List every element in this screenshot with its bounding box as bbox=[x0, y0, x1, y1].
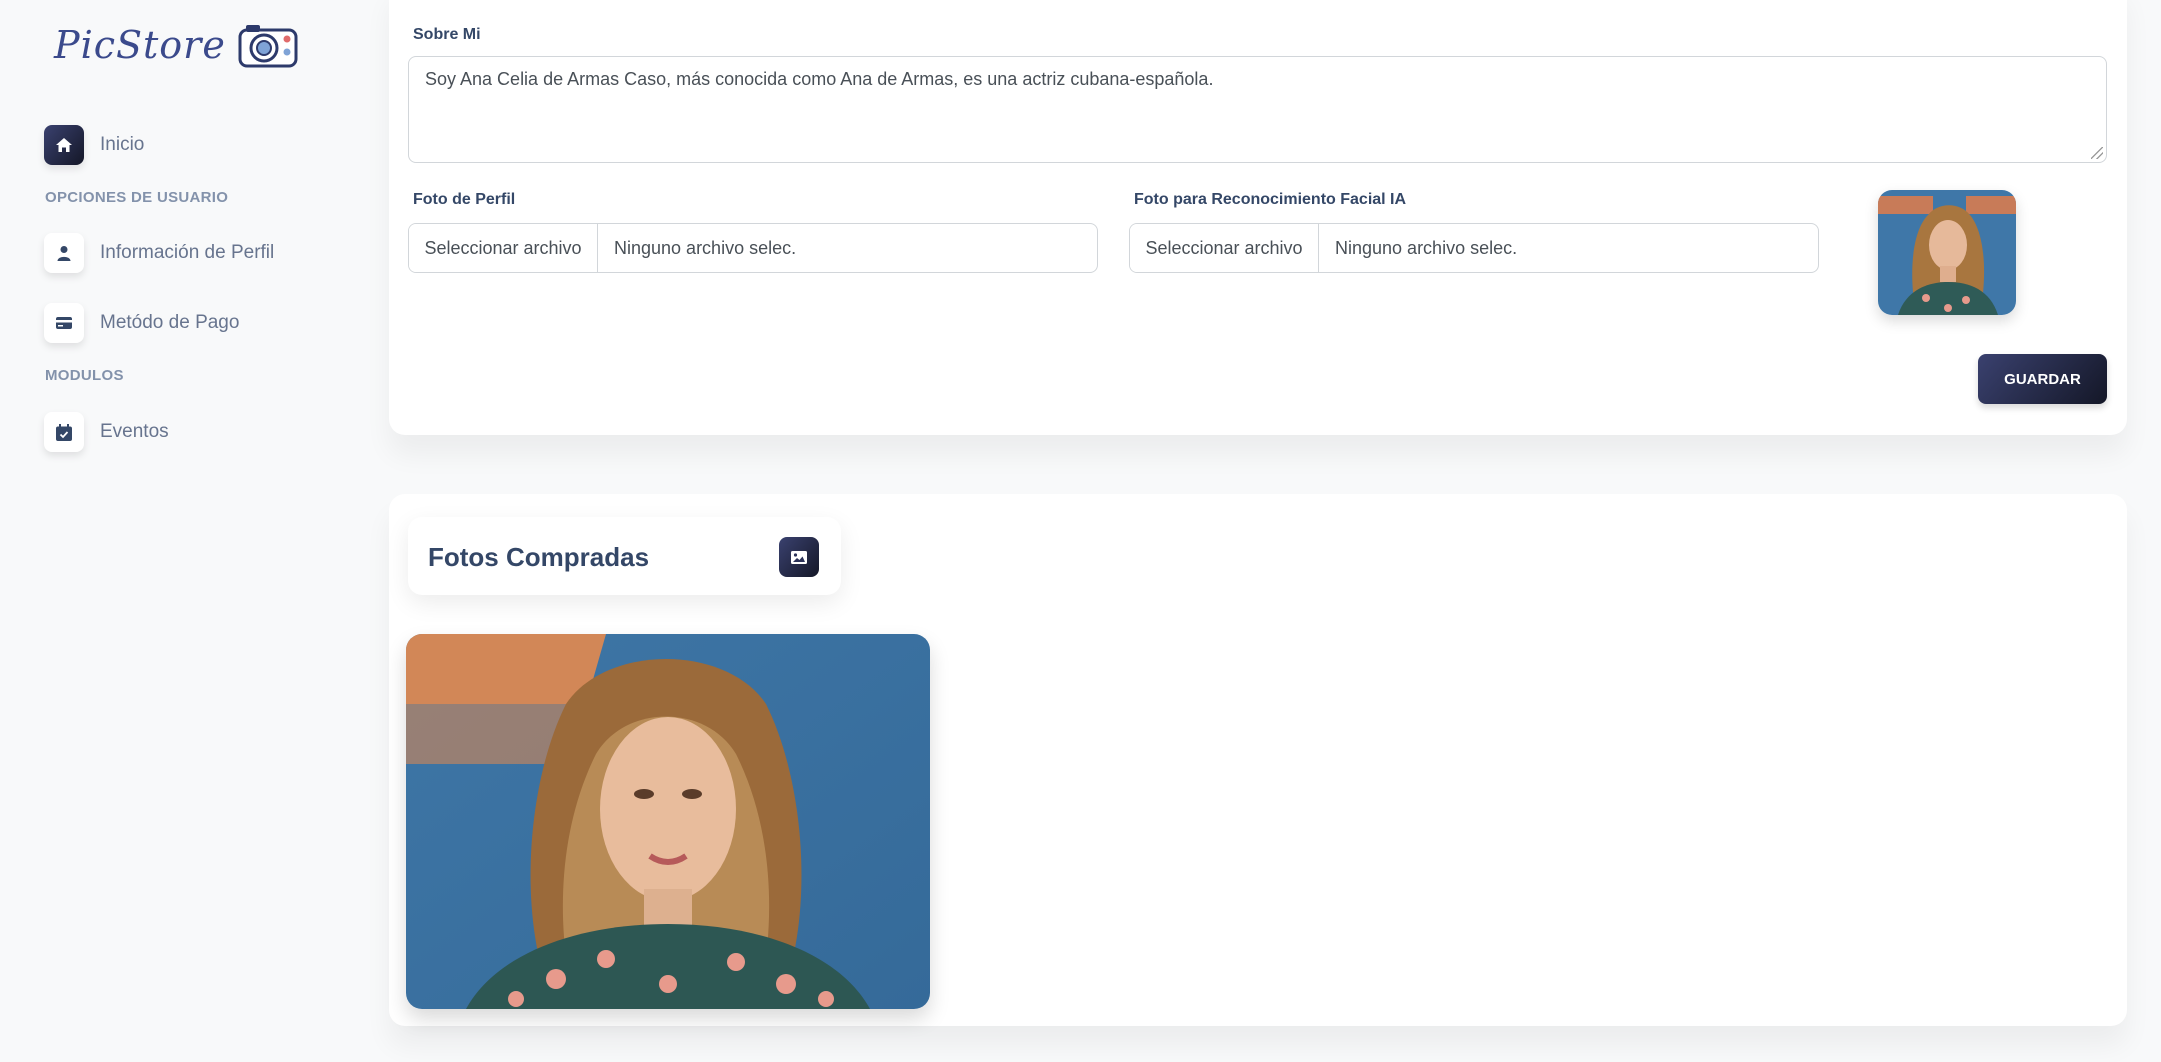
purchased-photos-header: Fotos Compradas bbox=[408, 517, 841, 595]
section-title-modules: MODULOS bbox=[45, 367, 124, 384]
face-photo-file-input[interactable]: Seleccionar archivo Ninguno archivo sele… bbox=[1129, 223, 1819, 273]
calendar-check-icon bbox=[44, 412, 84, 452]
purchased-photo[interactable] bbox=[406, 634, 930, 1009]
profile-photo-file-input[interactable]: Seleccionar archivo Ninguno archivo sele… bbox=[408, 223, 1098, 273]
brand-name: PicStore bbox=[54, 23, 226, 67]
sidebar-item-profile-info[interactable]: Información de Perfil bbox=[44, 231, 274, 275]
sidebar: PicStore Inicio OPCIONES DE USUARIO Info… bbox=[0, 0, 380, 1062]
sidebar-item-label: Metódo de Pago bbox=[100, 312, 240, 333]
about-me-textarea[interactable]: Soy Ana Celia de Armas Caso, más conocid… bbox=[408, 56, 2107, 163]
profile-photo-thumbnail bbox=[1878, 190, 2016, 315]
about-me-label: Sobre Mi bbox=[413, 26, 481, 43]
save-button[interactable]: GUARDAR bbox=[1978, 354, 2107, 404]
purchased-photos-title: Fotos Compradas bbox=[428, 542, 650, 572]
resize-handle-icon[interactable] bbox=[2091, 147, 2103, 159]
face-photo-file-status: Ninguno archivo selec. bbox=[1335, 237, 1518, 258]
sidebar-item-label: Eventos bbox=[100, 421, 169, 442]
profile-form-card: Sobre Mi Soy Ana Celia de Armas Caso, má… bbox=[389, 0, 2127, 435]
sidebar-item-label: Información de Perfil bbox=[100, 242, 275, 263]
face-photo-select-button[interactable]: Seleccionar archivo bbox=[1130, 224, 1319, 272]
profile-photo-file-status: Ninguno archivo selec. bbox=[614, 237, 797, 258]
sidebar-item-label: Inicio bbox=[100, 134, 145, 155]
user-icon bbox=[44, 233, 84, 273]
sidebar-item-inicio[interactable]: Inicio bbox=[44, 123, 144, 167]
credit-card-icon bbox=[44, 303, 84, 343]
home-icon bbox=[44, 125, 84, 165]
profile-photo-label: Foto de Perfil bbox=[413, 191, 516, 208]
sidebar-item-payment-method[interactable]: Metódo de Pago bbox=[44, 301, 239, 345]
section-title-user-options: OPCIONES DE USUARIO bbox=[45, 189, 229, 206]
brand-logo[interactable]: PicStore bbox=[54, 22, 298, 68]
face-photo-label: Foto para Reconocimiento Facial IA bbox=[1134, 191, 1407, 208]
purchased-photos-card: Fotos Compradas bbox=[389, 494, 2127, 1026]
profile-photo-select-button[interactable]: Seleccionar archivo bbox=[409, 224, 598, 272]
camera-logo-icon bbox=[238, 25, 298, 68]
image-icon[interactable] bbox=[779, 537, 819, 577]
sidebar-item-events[interactable]: Eventos bbox=[44, 410, 169, 454]
about-me-text: Soy Ana Celia de Armas Caso, más conocid… bbox=[425, 69, 1214, 89]
